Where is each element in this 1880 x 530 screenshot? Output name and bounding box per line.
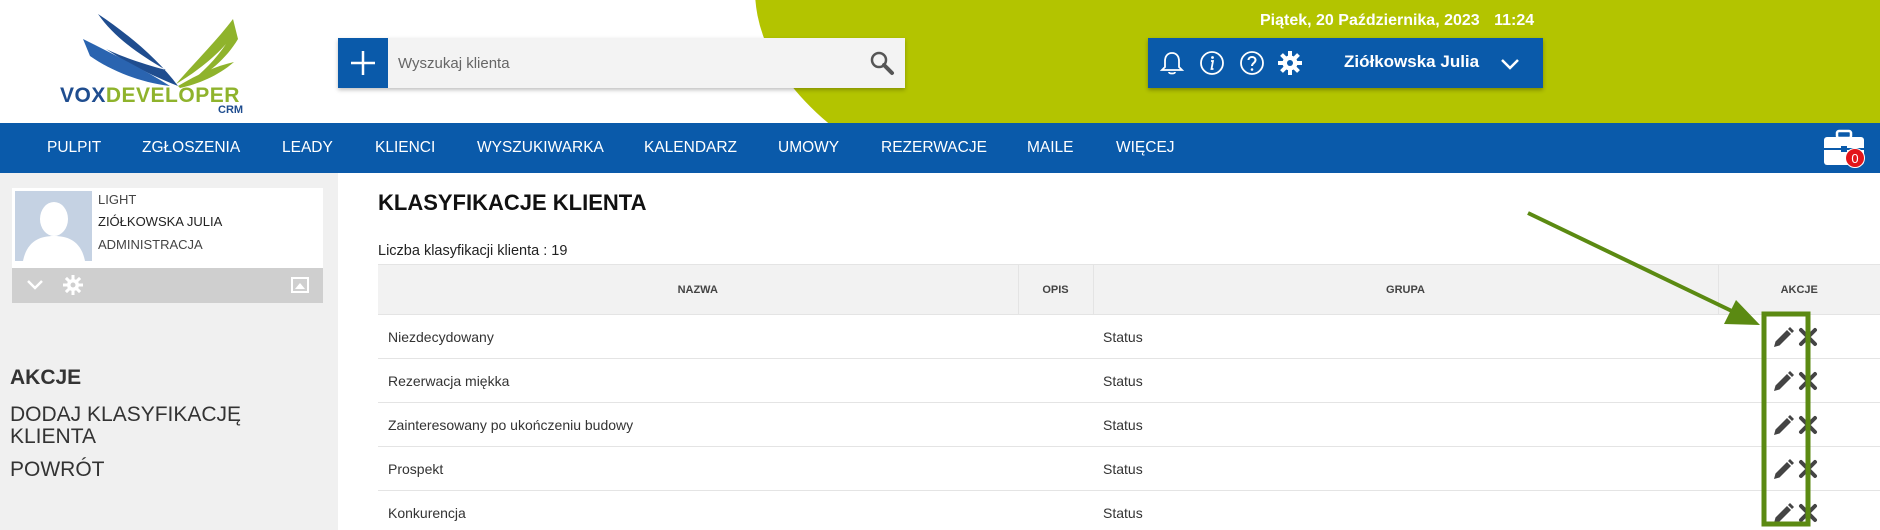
notification-count-badge: 0 [1845,148,1865,168]
cell-actions [1718,446,1880,491]
cell-nazwa: Prospekt [378,446,1018,491]
close-icon[interactable] [1798,371,1818,391]
info-button[interactable] [1198,49,1226,77]
table-row: Rezerwacja miękka Status [378,358,1880,403]
cell-opis [1018,490,1093,530]
gear-icon[interactable] [62,274,84,296]
column-header-akcje: AKCJE [1718,264,1880,315]
cell-grupa: Status [1093,446,1718,491]
cell-grupa: Status [1093,402,1718,447]
cell-nazwa: Zainteresowany po ukończeniu budowy [378,402,1018,447]
cell-actions [1718,358,1880,403]
add-classification-link[interactable]: DODAJ KLASYFIKACJĘ KLIENTA [10,404,310,448]
search-bar [338,38,905,88]
avatar[interactable] [15,191,92,261]
nav-item-wyszukiwarka[interactable]: WYSZUKIWARKA [477,123,604,173]
search-input[interactable] [388,38,858,88]
cell-nazwa: Rezerwacja miękka [378,358,1018,403]
column-header-opis[interactable]: OPIS [1018,264,1094,315]
table-row: Konkurencja Status [378,490,1880,530]
pencil-icon[interactable] [1771,414,1795,438]
pencil-icon[interactable] [1771,370,1795,394]
settings-button[interactable] [1276,49,1304,77]
main-nav: PULPIT ZGŁOSZENIA LEADY KLIENCI WYSZUKIW… [0,123,1880,173]
table-body: Niezdecydowany Status Rezerwacja miękka … [378,314,1880,530]
cell-grupa: Status [1093,314,1718,359]
table-header-row: NAZWA OPIS GRUPA AKCJE [378,264,1880,315]
help-button[interactable] [1238,49,1266,77]
logo-crm: CRM [218,104,244,116]
cell-opis [1018,358,1093,403]
user-name[interactable]: Ziółkowska Julia [1344,52,1479,72]
page-title: KLASYFIKACJE KLIENTA [378,190,647,215]
table-row: Niezdecydowany Status [378,314,1880,359]
cell-grupa: Status [1093,490,1718,530]
cell-nazwa: Niezdecydowany [378,314,1018,359]
image-icon[interactable] [289,274,311,296]
header: VOXDEVELOPER CRM Piątek, 20 Października… [0,0,1880,123]
profile-plan: LIGHT [98,192,137,207]
close-icon[interactable] [1798,327,1818,347]
nav-item-wiecej[interactable]: WIĘCEJ [1116,123,1175,173]
profile-card: LIGHT ZIÓŁKOWSKA JULIA ADMINISTRACJA [12,188,323,268]
pencil-icon[interactable] [1771,502,1795,526]
user-silhouette-icon [15,191,92,261]
nav-item-klienci[interactable]: KLIENCI [375,123,435,173]
cell-grupa: Status [1093,358,1718,403]
logo-text-vox: VOX [60,84,106,107]
classification-count: Liczba klasyfikacji klienta : 19 [378,243,568,259]
info-icon [1200,51,1224,75]
search-button[interactable] [858,38,905,88]
back-link[interactable]: POWRÓT [10,459,310,481]
profile-toolbar [12,268,323,303]
cell-actions [1718,402,1880,447]
nav-item-maile[interactable]: MAILE [1027,123,1074,173]
nav-item-leady[interactable]: LEADY [282,123,333,173]
close-icon[interactable] [1798,503,1818,523]
pencil-icon[interactable] [1771,326,1795,350]
chevron-down-icon[interactable] [1498,52,1522,76]
add-button[interactable] [338,38,388,88]
current-time: 11:24 [1494,12,1535,29]
cell-opis [1018,446,1093,491]
close-icon[interactable] [1798,459,1818,479]
column-header-grupa[interactable]: GRUPA [1093,264,1719,315]
nav-item-zgloszenia[interactable]: ZGŁOSZENIA [142,123,240,173]
pencil-icon[interactable] [1771,458,1795,482]
bell-icon [1159,52,1185,75]
cell-nazwa: Konkurencja [378,490,1018,530]
datetime: Piątek, 20 Października, 2023 11:24 [1260,12,1534,30]
cell-opis [1018,314,1093,359]
nav-item-pulpit[interactable]: PULPIT [47,123,101,173]
current-date: Piątek, 20 Października, 2023 [1260,12,1480,29]
help-icon [1240,51,1264,75]
close-icon[interactable] [1798,415,1818,435]
user-bar: Ziółkowska Julia [1148,38,1543,88]
classifications-table: NAZWA OPIS GRUPA AKCJE Niezdecydowany St… [378,264,1880,530]
cell-actions [1718,314,1880,359]
actions-heading: AKCJE [10,366,82,389]
chevron-down-icon[interactable] [24,274,46,296]
search-icon [870,51,894,75]
cell-actions [1718,490,1880,530]
nav-item-rezerwacje[interactable]: REZERWACJE [881,123,987,173]
profile-name: ZIÓŁKOWSKA JULIA [98,214,223,229]
table-row: Zainteresowany po ukończeniu budowy Stat… [378,402,1880,447]
profile-department: ADMINISTRACJA [98,237,203,252]
gear-icon [1278,51,1302,75]
nav-item-kalendarz[interactable]: KALENDARZ [644,123,737,173]
column-header-nazwa[interactable]: NAZWA [378,264,1019,315]
table-row: Prospekt Status [378,446,1880,491]
nav-item-umowy[interactable]: UMOWY [778,123,839,173]
plus-icon [351,51,375,75]
cell-opis [1018,402,1093,447]
notifications-button[interactable] [1158,49,1186,77]
sidebar: LIGHT ZIÓŁKOWSKA JULIA ADMINISTRACJA AKC… [0,173,338,530]
